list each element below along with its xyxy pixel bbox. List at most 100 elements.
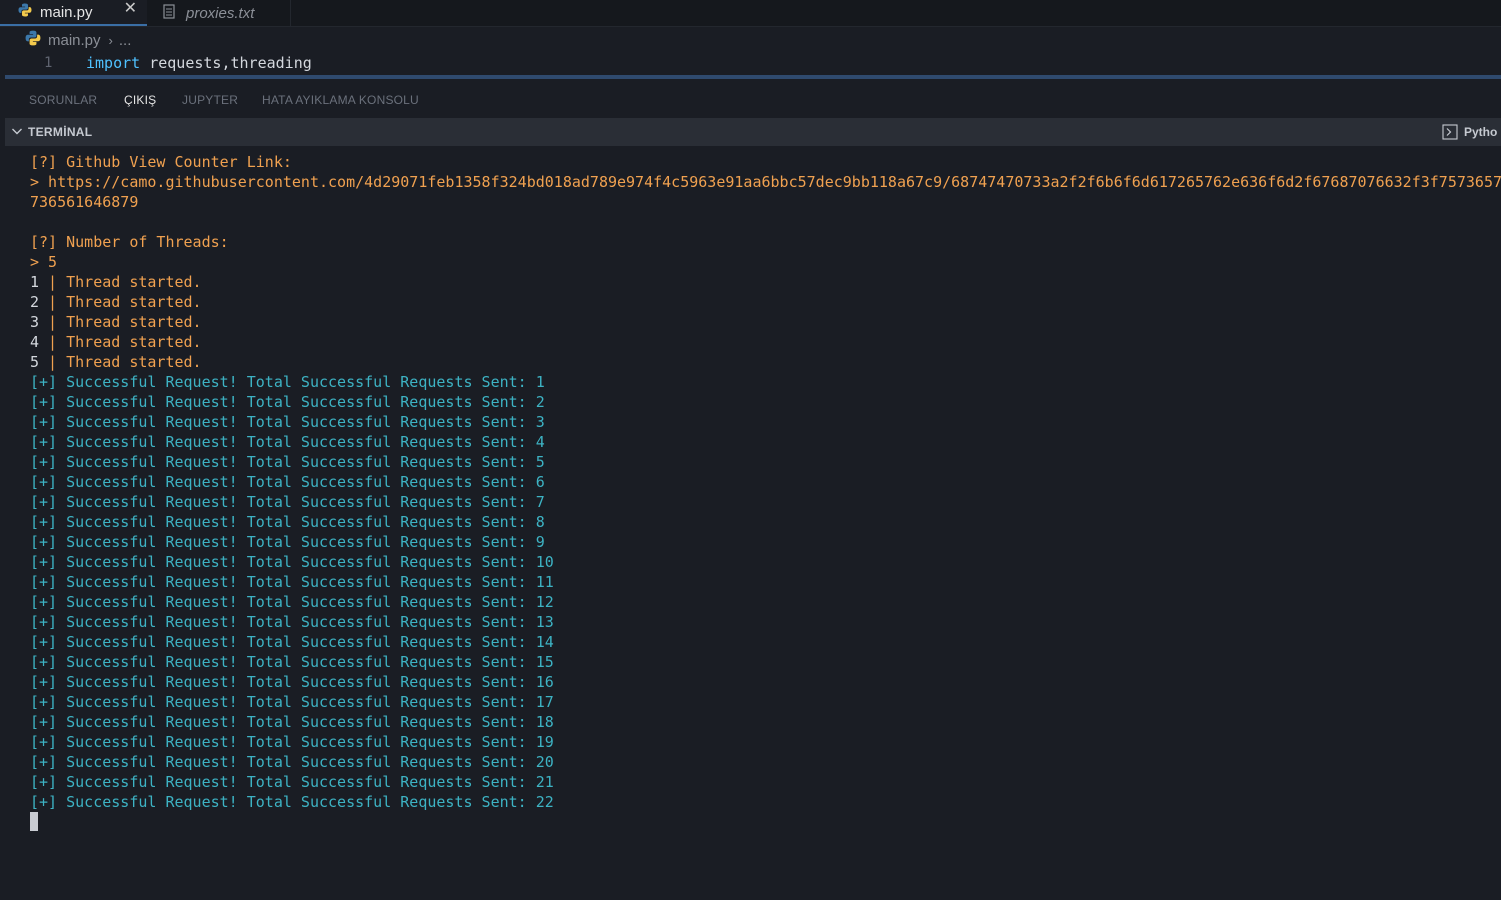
success-count: 11 — [535, 573, 554, 591]
editor-panel-divider[interactable] — [5, 75, 1501, 79]
tab-jupyter[interactable]: JUPYTER — [182, 93, 238, 107]
success-line: [+] Successful Request! Total Successful… — [30, 372, 1501, 392]
success-prefix: [+] Successful Request! Total Successful… — [30, 513, 536, 531]
success-prefix: [+] Successful Request! Total Successful… — [30, 373, 536, 391]
success-count: 6 — [535, 473, 545, 491]
terminal-cursor — [30, 812, 38, 831]
python-icon — [18, 3, 32, 21]
code-editor[interactable]: 1 import requests,threading — [0, 53, 1501, 75]
success-count: 17 — [535, 693, 554, 711]
success-line: [+] Successful Request! Total Successful… — [30, 392, 1501, 412]
tab-problems[interactable]: SORUNLAR — [29, 93, 97, 107]
success-line: [+] Successful Request! Total Successful… — [30, 492, 1501, 512]
success-count: 3 — [535, 413, 545, 431]
terminal-prompt-threads: [?] Number of Threads: — [30, 233, 229, 251]
success-count: 18 — [535, 713, 554, 731]
success-prefix: [+] Successful Request! Total Successful… — [30, 713, 536, 731]
success-line: [+] Successful Request! Total Successful… — [30, 712, 1501, 732]
success-prefix: [+] Successful Request! Total Successful… — [30, 653, 536, 671]
terminal-header[interactable]: TERMİNAL Pytho — [5, 118, 1501, 146]
success-line: [+] Successful Request! Total Successful… — [30, 652, 1501, 672]
success-prefix: [+] Successful Request! Total Successful… — [30, 793, 536, 811]
tab-main-py[interactable]: main.py ✕ — [0, 0, 147, 26]
success-line: [+] Successful Request! Total Successful… — [30, 672, 1501, 692]
success-prefix: [+] Successful Request! Total Successful… — [30, 773, 536, 791]
success-count: 2 — [535, 393, 545, 411]
success-line: [+] Successful Request! Total Successful… — [30, 792, 1501, 812]
success-prefix: [+] Successful Request! Total Successful… — [30, 613, 536, 631]
success-line: [+] Successful Request! Total Successful… — [30, 772, 1501, 792]
thread-text: | Thread started. — [39, 313, 202, 331]
success-line: [+] Successful Request! Total Successful… — [30, 692, 1501, 712]
breadcrumb-more[interactable]: ... — [119, 32, 132, 49]
success-line: [+] Successful Request! Total Successful… — [30, 432, 1501, 452]
thread-line: 5 | Thread started. — [30, 352, 1501, 372]
terminal-link-wrap: 736561646879 — [30, 193, 139, 211]
terminal-instance-label: Pytho — [1464, 125, 1498, 139]
tab-proxies-txt[interactable]: proxies.txt — [148, 0, 291, 26]
thread-number: 3 — [30, 313, 40, 331]
success-line: [+] Successful Request! Total Successful… — [30, 532, 1501, 552]
success-line: [+] Successful Request! Total Successful… — [30, 572, 1501, 592]
success-line: [+] Successful Request! Total Successful… — [30, 412, 1501, 432]
success-line: [+] Successful Request! Total Successful… — [30, 752, 1501, 772]
success-prefix: [+] Successful Request! Total Successful… — [30, 633, 536, 651]
success-prefix: [+] Successful Request! Total Successful… — [30, 473, 536, 491]
success-count: 10 — [535, 553, 554, 571]
tab-debug-console[interactable]: HATA AYIKLAMA KONSOLU — [262, 93, 419, 107]
success-count: 14 — [535, 633, 554, 651]
success-count: 19 — [535, 733, 554, 751]
thread-line: 1 | Thread started. — [30, 272, 1501, 292]
success-prefix: [+] Successful Request! Total Successful… — [30, 753, 536, 771]
close-icon[interactable]: ✕ — [124, 0, 137, 18]
success-count: 22 — [535, 793, 554, 811]
terminal-icon — [1442, 124, 1458, 140]
thread-line: 4 | Thread started. — [30, 332, 1501, 352]
success-prefix: [+] Successful Request! Total Successful… — [30, 413, 536, 431]
success-count: 7 — [535, 493, 545, 511]
terminal-instance[interactable]: Pytho — [1442, 124, 1497, 140]
thread-text: | Thread started. — [39, 293, 202, 311]
success-count: 20 — [535, 753, 554, 771]
thread-number: 4 — [30, 333, 40, 351]
success-prefix: [+] Successful Request! Total Successful… — [30, 493, 536, 511]
success-prefix: [+] Successful Request! Total Successful… — [30, 433, 536, 451]
success-count: 21 — [535, 773, 554, 791]
code-text: requests,threading — [140, 54, 312, 72]
thread-number: 5 — [30, 353, 40, 371]
chevron-down-icon[interactable] — [11, 124, 23, 142]
success-count: 12 — [535, 593, 554, 611]
success-line: [+] Successful Request! Total Successful… — [30, 552, 1501, 572]
terminal-threads-input: > 5 — [30, 253, 58, 271]
thread-lines: 1 | Thread started. 2 | Thread started. 3 … — [30, 272, 1501, 372]
success-count: 1 — [535, 373, 545, 391]
success-count: 15 — [535, 653, 554, 671]
success-count: 5 — [535, 453, 545, 471]
terminal-title: TERMİNAL — [28, 125, 93, 139]
thread-text: | Thread started. — [39, 353, 202, 371]
terminal-prompt-link: [?] Github View Counter Link: — [30, 153, 292, 171]
line-number: 1 — [44, 55, 53, 71]
success-prefix: [+] Successful Request! Total Successful… — [30, 573, 536, 591]
tab-label: main.py — [40, 3, 93, 21]
success-prefix: [+] Successful Request! Total Successful… — [30, 553, 536, 571]
success-line: [+] Successful Request! Total Successful… — [30, 732, 1501, 752]
document-icon — [162, 3, 176, 23]
success-lines: [+] Successful Request! Total Successful… — [30, 372, 1501, 812]
success-prefix: [+] Successful Request! Total Successful… — [30, 693, 536, 711]
breadcrumb-file[interactable]: main.py — [48, 32, 101, 49]
success-prefix: [+] Successful Request! Total Successful… — [30, 733, 536, 751]
thread-line: 3 | Thread started. — [30, 312, 1501, 332]
thread-text: | Thread started. — [39, 333, 202, 351]
success-line: [+] Successful Request! Total Successful… — [30, 612, 1501, 632]
success-line: [+] Successful Request! Total Successful… — [30, 472, 1501, 492]
thread-number: 2 — [30, 293, 40, 311]
tab-output[interactable]: ÇIKIŞ — [124, 93, 156, 107]
chevron-right-icon: › — [108, 32, 113, 48]
terminal-output[interactable]: [?] Github View Counter Link: > https://… — [30, 152, 1501, 892]
python-icon — [25, 30, 41, 50]
success-count: 13 — [535, 613, 554, 631]
success-line: [+] Successful Request! Total Successful… — [30, 512, 1501, 532]
thread-number: 1 — [30, 273, 40, 291]
